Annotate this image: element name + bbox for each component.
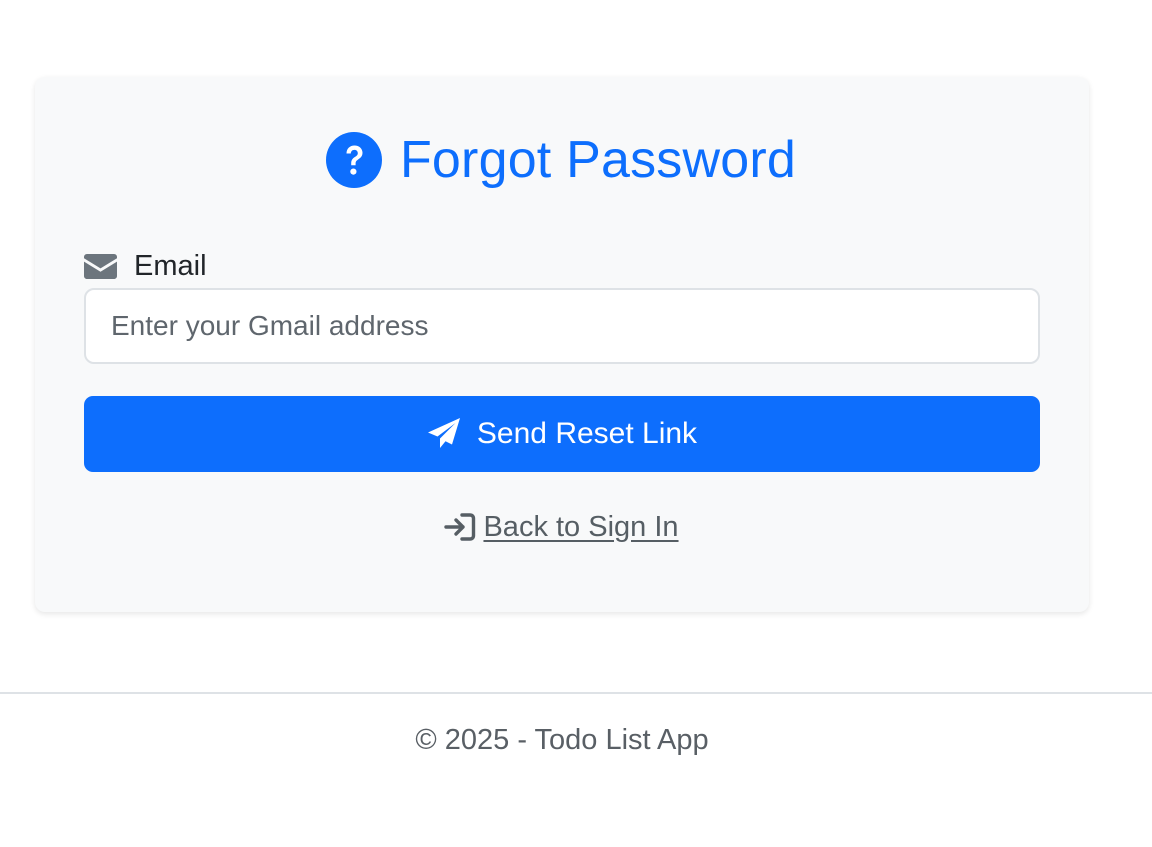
back-to-sign-in-link[interactable]: Back to Sign In xyxy=(0,508,1122,546)
footer-divider xyxy=(0,692,1152,694)
title-text: Forgot Password xyxy=(399,131,797,189)
page-title: Forgot Password xyxy=(0,128,1122,192)
send-reset-link-label: Send Reset Link xyxy=(476,417,698,450)
envelope-icon xyxy=(84,253,117,279)
paper-plane-icon xyxy=(427,418,460,448)
email-field[interactable] xyxy=(84,288,1040,364)
send-reset-link-button[interactable]: Send Reset Link xyxy=(84,396,1040,472)
question-circle-icon xyxy=(325,132,382,188)
back-to-sign-in-label: Back to Sign In xyxy=(483,511,679,543)
email-label: Email xyxy=(84,249,207,283)
sign-in-arrow-icon xyxy=(444,513,476,541)
email-label-text: Email xyxy=(134,250,207,282)
footer-copyright: © 2025 - Todo List App xyxy=(415,724,709,756)
